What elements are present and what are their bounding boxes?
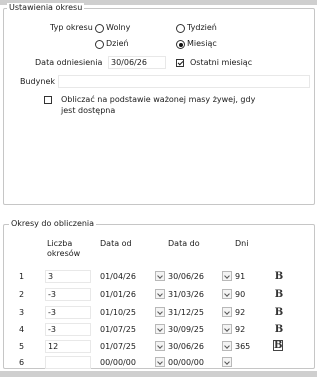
row-number: 3 xyxy=(19,308,25,317)
bottom-strip xyxy=(0,371,317,377)
period-settings-title: Ustawienia okresu xyxy=(7,3,85,13)
header-count-line2: okresów xyxy=(47,249,81,258)
radio-dzien-label: Dzień xyxy=(106,39,129,48)
days-dropdown[interactable] xyxy=(222,357,232,367)
row-number: 6 xyxy=(19,358,25,367)
days-value: 92 xyxy=(235,308,246,317)
header-count-line1: Liczba xyxy=(47,239,73,248)
date-to: 31/03/26 xyxy=(168,290,204,299)
header-date-to: Data do xyxy=(168,239,200,248)
last-month-label: Ostatni miesiąc xyxy=(190,58,253,67)
row-number: 2 xyxy=(19,290,25,299)
date-to: 30/06/26 xyxy=(168,342,204,351)
days-dropdown[interactable] xyxy=(222,307,232,317)
count-input[interactable]: 3 xyxy=(45,270,91,283)
date-from: 01/10/25 xyxy=(100,308,136,317)
date-to: 30/09/25 xyxy=(168,325,204,334)
date-from: 01/04/26 xyxy=(100,272,136,281)
days-value: 90 xyxy=(235,290,246,299)
date-to-dropdown[interactable] xyxy=(155,307,165,317)
calc-periods-title: Okresy do obliczenia xyxy=(9,219,97,229)
date-to-dropdown[interactable] xyxy=(155,324,165,334)
weighted-mass-label-line2: jest dostępna xyxy=(61,106,116,115)
date-to-dropdown[interactable] xyxy=(155,357,165,367)
count-input[interactable] xyxy=(45,356,91,369)
days-dropdown[interactable] xyxy=(222,324,232,334)
days-value: 91 xyxy=(235,272,246,281)
days-dropdown[interactable] xyxy=(222,341,232,351)
radio-miesiac-label: Miesiąc xyxy=(187,39,217,48)
date-from: 01/07/25 xyxy=(100,325,136,334)
days-value: 365 xyxy=(235,342,251,351)
b-button[interactable]: B xyxy=(274,289,284,300)
date-to-dropdown[interactable] xyxy=(155,341,165,351)
date-from: 01/07/25 xyxy=(100,342,136,351)
count-input[interactable]: -3 xyxy=(45,288,91,301)
date-to-dropdown[interactable] xyxy=(155,271,165,281)
radio-miesiac[interactable] xyxy=(176,40,185,49)
radio-dzien[interactable] xyxy=(95,40,104,49)
weighted-mass-checkbox[interactable] xyxy=(44,96,52,104)
period-settings-group xyxy=(3,8,315,205)
building-input[interactable] xyxy=(58,75,310,88)
date-to: 00/00/00 xyxy=(168,358,204,367)
weighted-mass-label-line1: Obliczać na podstawie ważonej masy żywej… xyxy=(61,95,256,104)
date-to: 31/12/25 xyxy=(168,308,204,317)
date-from: 01/01/26 xyxy=(100,290,136,299)
date-to: 30/06/26 xyxy=(168,272,204,281)
header-date-from: Data od xyxy=(100,239,132,248)
b-button[interactable]: B xyxy=(274,324,284,335)
days-dropdown[interactable] xyxy=(222,289,232,299)
reference-date-label: Data odniesienia xyxy=(35,58,103,67)
radio-wolny[interactable] xyxy=(95,24,104,33)
date-from: 00/00/00 xyxy=(100,358,136,367)
count-input[interactable]: -3 xyxy=(45,306,91,319)
row-number: 1 xyxy=(19,272,25,281)
b-button[interactable]: B xyxy=(273,340,283,351)
days-value: 92 xyxy=(235,325,246,334)
radio-wolny-label: Wolny xyxy=(106,23,131,32)
row-number: 5 xyxy=(19,342,25,351)
count-input[interactable]: -3 xyxy=(45,323,91,336)
b-button[interactable]: B xyxy=(274,271,284,282)
days-dropdown[interactable] xyxy=(222,271,232,281)
reference-date-input[interactable]: 30/06/26 xyxy=(108,56,166,69)
period-type-label: Typ okresu xyxy=(50,23,93,32)
last-month-checkbox[interactable] xyxy=(176,59,184,67)
date-to-dropdown[interactable] xyxy=(155,289,165,299)
row-number: 4 xyxy=(19,325,25,334)
count-input[interactable]: 12 xyxy=(45,340,91,353)
building-label: Budynek xyxy=(20,77,55,86)
radio-tydzien-label: Tydzień xyxy=(187,23,217,32)
b-button[interactable]: B xyxy=(274,307,284,318)
header-days: Dni xyxy=(235,239,249,248)
radio-tydzien[interactable] xyxy=(176,24,185,33)
